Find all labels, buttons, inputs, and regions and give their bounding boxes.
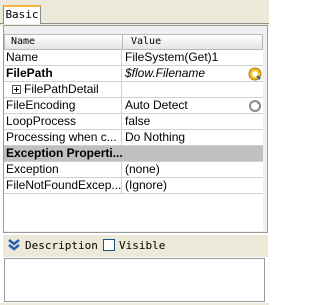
property-row-processing[interactable]: Processing when c... Do Nothing xyxy=(4,130,263,146)
header-value: Value xyxy=(131,36,162,47)
description-label: Description xyxy=(25,239,98,252)
expand-icon[interactable] xyxy=(12,85,21,94)
tab-basic[interactable]: Basic xyxy=(3,5,41,24)
section-title: Exception Properti... xyxy=(6,146,123,160)
header-name: Name xyxy=(5,35,123,49)
flow-variable-icon[interactable] xyxy=(248,67,262,81)
tab-bar: Basic xyxy=(0,0,269,26)
property-row-filenotfound[interactable]: FileNotFoundExcep... (Ignore) xyxy=(4,178,263,194)
property-name-text: FilePathDetail xyxy=(24,82,99,96)
property-row-filepathdetail[interactable]: FilePathDetail xyxy=(4,82,263,98)
description-bar: Description Visible xyxy=(3,235,268,257)
property-name: FileNotFoundExcep... xyxy=(6,178,122,193)
property-value[interactable] xyxy=(122,82,263,97)
property-name: LoopProcess xyxy=(4,114,122,129)
property-row-exception[interactable]: Exception (none) xyxy=(4,162,263,178)
property-name: FilePathDetail xyxy=(4,82,122,97)
property-value[interactable]: Do Nothing xyxy=(122,130,263,145)
property-value[interactable]: Auto Detect xyxy=(122,98,263,113)
property-value[interactable]: $flow.Filename xyxy=(122,66,263,81)
grid-header: Name Value xyxy=(4,34,263,50)
property-value[interactable]: false xyxy=(122,114,263,129)
grid-empty-area xyxy=(4,194,263,231)
property-name: FilePath xyxy=(4,66,122,81)
property-value[interactable]: (Ignore) xyxy=(122,178,263,193)
property-name: Name xyxy=(4,50,122,65)
refresh-icon[interactable] xyxy=(248,99,262,113)
property-value[interactable]: (none) xyxy=(122,162,263,177)
property-name: FileEncoding xyxy=(4,98,122,113)
property-name: Processing when c... xyxy=(4,130,122,145)
property-value[interactable]: FileSystem(Get)1 xyxy=(122,50,263,65)
property-row-name[interactable]: Name FileSystem(Get)1 xyxy=(4,50,263,66)
property-row-fileencoding[interactable]: FileEncoding Auto Detect xyxy=(4,98,263,114)
description-box[interactable] xyxy=(4,258,265,302)
section-exception-properties[interactable]: Exception Properti... xyxy=(4,146,263,162)
property-row-loopprocess[interactable]: LoopProcess false xyxy=(4,114,263,130)
chevron-double-down-icon[interactable] xyxy=(7,238,21,252)
property-grid: Name Value Name FileSystem(Get)1 FilePat… xyxy=(4,34,263,194)
visible-label[interactable]: Visible xyxy=(119,239,165,252)
visible-checkbox[interactable] xyxy=(103,239,115,251)
property-name: Exception xyxy=(4,162,122,177)
property-row-filepath[interactable]: FilePath $flow.Filename xyxy=(4,66,263,82)
